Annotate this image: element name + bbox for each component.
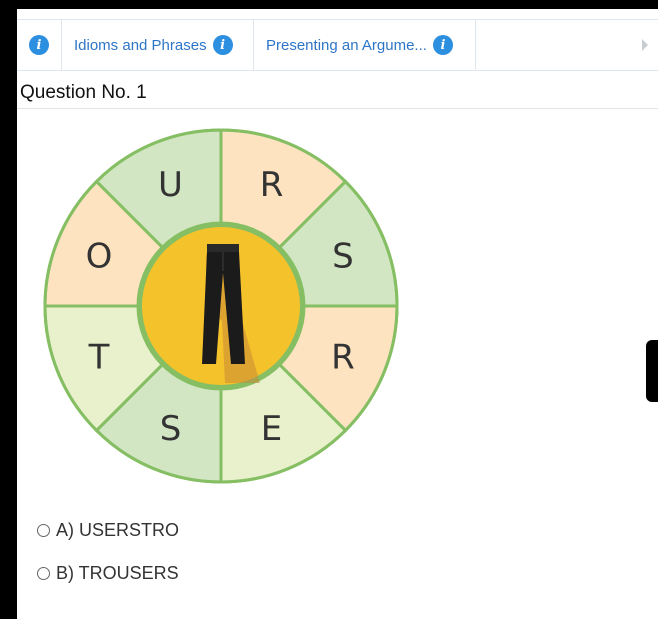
info-icon[interactable]: i xyxy=(29,35,49,55)
option-b-radio[interactable] xyxy=(37,567,50,580)
side-drawer-handle[interactable] xyxy=(646,340,658,402)
info-icon[interactable]: i xyxy=(212,35,233,55)
tab-label: Presenting an Argume... xyxy=(266,36,427,54)
caret-right-icon xyxy=(642,39,648,51)
wheel-letter: R xyxy=(331,338,355,378)
wheel-letter: E xyxy=(261,409,282,449)
wheel-letter: S xyxy=(160,409,182,449)
tabs-scroll-right-button[interactable] xyxy=(640,20,650,70)
question-page: i Idioms and Phrases i Presenting an Arg… xyxy=(17,9,658,619)
option-a[interactable]: A) USERSTRO xyxy=(37,520,179,541)
tab-presenting-an-argument[interactable]: Presenting an Argume... i xyxy=(254,20,476,70)
option-a-label: A) USERSTRO xyxy=(56,520,180,540)
window-top-border xyxy=(0,0,658,9)
info-icon[interactable]: i xyxy=(432,35,453,55)
wheel-letter: U xyxy=(158,165,183,205)
option-a-radio[interactable] xyxy=(37,524,50,537)
wheel-letter: S xyxy=(332,236,354,276)
section-tabs: i Idioms and Phrases i Presenting an Arg… xyxy=(17,19,658,71)
wheel-letter: R xyxy=(260,165,284,205)
letter-wheel: U R S R E S T O xyxy=(43,128,399,484)
window-left-border xyxy=(0,0,17,619)
option-b-label: B) TROUSERS xyxy=(56,563,179,583)
question-title: Question No. 1 xyxy=(17,77,658,109)
tab-previous-section[interactable]: i xyxy=(17,20,62,70)
tab-idioms-and-phrases[interactable]: Idioms and Phrases i xyxy=(62,20,254,70)
wheel-letter: O xyxy=(86,236,113,276)
wheel-letter: T xyxy=(88,338,110,378)
option-b[interactable]: B) TROUSERS xyxy=(37,563,179,584)
tab-label: Idioms and Phrases xyxy=(74,36,207,54)
